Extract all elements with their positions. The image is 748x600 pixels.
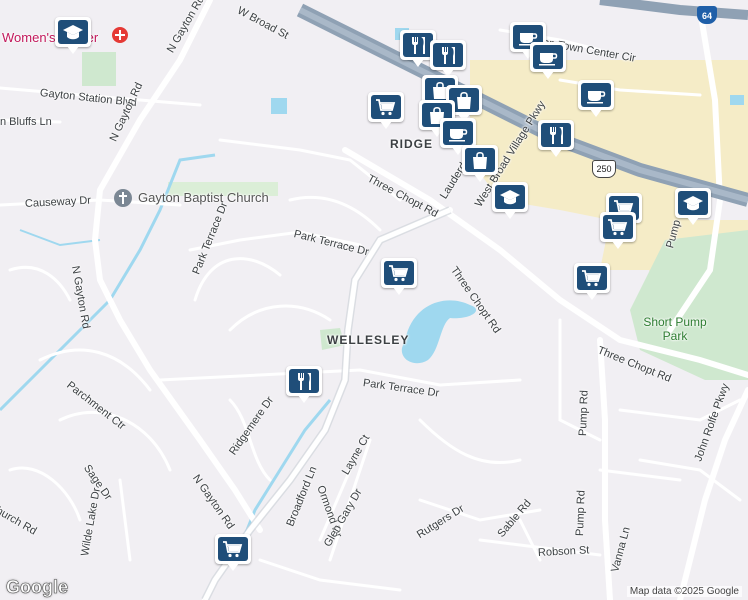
road-label-bluffs: n Bluffs Ln (0, 116, 52, 128)
map-marker[interactable] (538, 120, 574, 160)
fork-knife-icon (412, 37, 425, 54)
place-label-wellesley: WELLESLEY (327, 333, 410, 347)
shopping-cart-icon (389, 265, 409, 282)
shopping-cart-icon (223, 541, 243, 558)
pond (271, 98, 287, 114)
shopping-cart-icon (582, 270, 602, 287)
map-marker[interactable] (574, 263, 610, 303)
map-marker[interactable] (368, 92, 404, 132)
map-marker[interactable] (530, 42, 566, 82)
road-label-pump-1: Pump Rd (577, 389, 591, 437)
interstate (599, 0, 748, 20)
coffee-cup-icon (449, 129, 468, 142)
graduation-cap-icon (63, 25, 83, 40)
coffee-cup-icon (587, 91, 606, 104)
poi-label-short-pump-park[interactable]: Short Pump Park (640, 315, 710, 343)
graduation-cap-icon (500, 190, 520, 205)
map-marker[interactable] (286, 366, 322, 406)
fork-knife-icon (550, 127, 563, 144)
hospital-icon[interactable] (112, 27, 128, 43)
fork-knife-icon (298, 373, 311, 390)
map-marker[interactable] (600, 212, 636, 252)
map-base-layer (0, 0, 748, 600)
green-area (82, 52, 116, 86)
map-marker[interactable] (430, 40, 466, 80)
graduation-cap-icon (683, 196, 703, 211)
shopping-cart-icon (608, 219, 628, 236)
map-data-attribution[interactable]: Map data ©2025 Google (626, 586, 742, 597)
map-marker[interactable] (55, 17, 91, 57)
shopping-cart-icon (376, 99, 396, 116)
fork-knife-icon (442, 47, 455, 64)
pond (730, 95, 744, 105)
coffee-cup-icon (539, 53, 558, 66)
road-label-pump-1b: Pump Rd (574, 489, 588, 537)
poi-label-church[interactable]: Gayton Baptist Church (138, 190, 269, 205)
map-marker[interactable] (675, 188, 711, 228)
map-marker[interactable] (381, 258, 417, 298)
shopping-bag-icon (473, 151, 487, 169)
interstate-64-shield: 64 (697, 6, 717, 24)
map-marker[interactable] (215, 534, 251, 574)
map-marker[interactable] (578, 80, 614, 120)
church-icon[interactable] (114, 189, 132, 207)
us-250-shield: 250 (592, 160, 616, 178)
google-logo[interactable]: Google (6, 577, 69, 598)
shopping-bag-icon (457, 91, 471, 109)
map-marker[interactable] (492, 182, 528, 222)
map-view[interactable]: W Broad St Gayton Station Blvd n Bluffs … (0, 0, 748, 600)
stream (19, 229, 101, 247)
map-marker[interactable] (462, 145, 498, 185)
lake (401, 300, 477, 364)
